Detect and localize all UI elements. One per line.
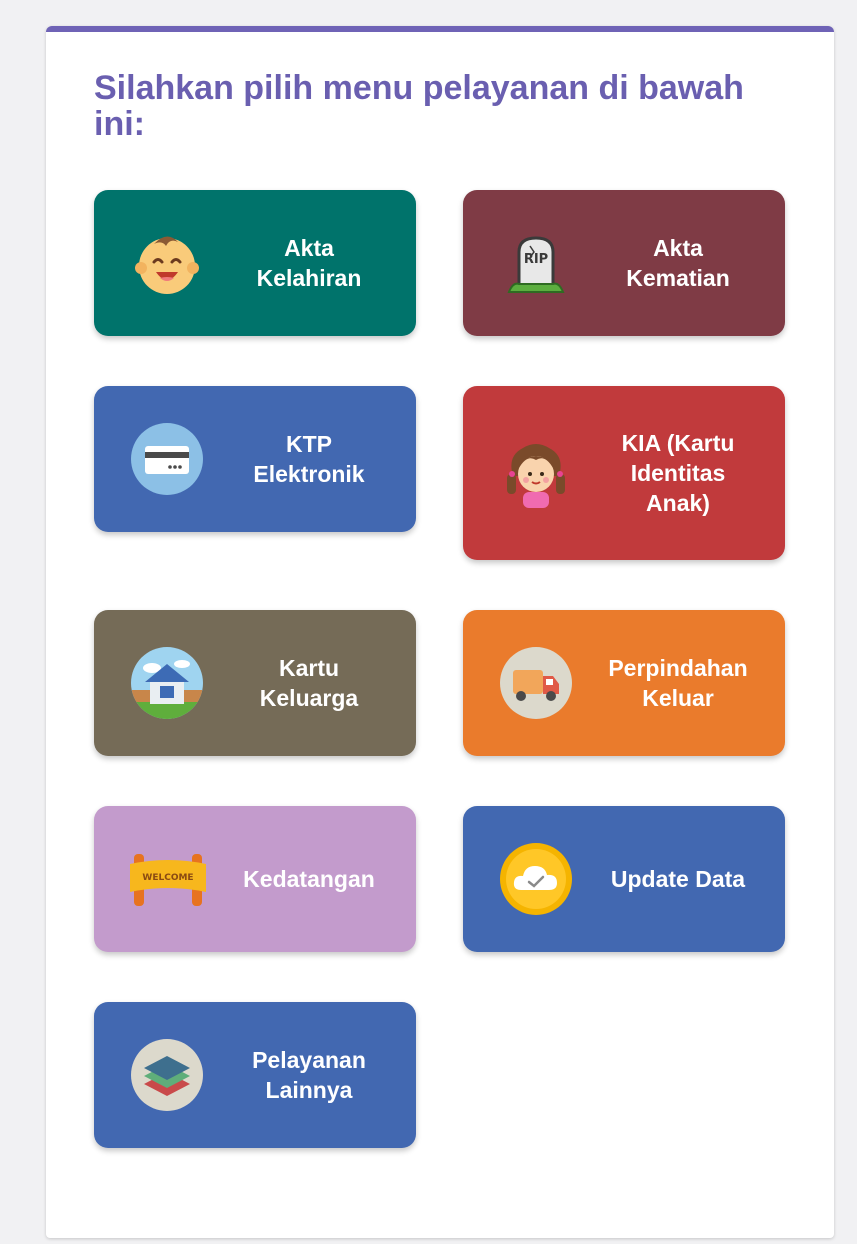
menu-label: Pelayanan Lainnya — [252, 1047, 366, 1103]
welcome-banner-icon: WELCOME — [126, 842, 210, 916]
svg-text:WELCOME: WELCOME — [142, 873, 193, 883]
menu-label: Kartu Keluarga — [259, 655, 359, 711]
moving-truck-icon — [499, 646, 573, 720]
menu-label: Kedatangan — [243, 866, 375, 892]
menu-card: Silahkan pilih menu pelayanan di bawah i… — [46, 26, 834, 1238]
cloud-check-icon — [499, 842, 573, 916]
svg-text:RIP: RIP — [524, 252, 548, 267]
menu-akta-kematian-button[interactable]: RIP Akta Kematian — [463, 190, 785, 336]
menu-label: Akta Kelahiran — [256, 235, 362, 291]
menu-perpindahan-keluar-button[interactable]: Perpindahan Keluar — [463, 610, 785, 756]
girl-child-icon — [499, 436, 573, 510]
menu-label: Akta Kematian — [626, 235, 730, 291]
menu-update-data-button[interactable]: Update Data — [463, 806, 785, 952]
menu-label: Perpindahan Keluar — [608, 655, 748, 711]
menu-kartu-keluarga-button[interactable]: Kartu Keluarga — [94, 610, 416, 756]
layers-icon — [130, 1038, 204, 1112]
menu-label: KIA (Kartu Identitas Anak) — [621, 430, 735, 516]
menu-label: KTP Elektronik — [253, 431, 365, 487]
menu-label: Update Data — [610, 866, 746, 892]
credit-card-icon — [130, 422, 204, 496]
menu-akta-kelahiran-button[interactable]: Akta Kelahiran — [94, 190, 416, 336]
menu-kia-button[interactable]: KIA (Kartu Identitas Anak) — [463, 386, 785, 560]
menu-kedatangan-button[interactable]: WELCOME Kedatangan — [94, 806, 416, 952]
rip-tombstone-icon: RIP — [499, 226, 573, 300]
baby-face-icon — [130, 226, 204, 300]
menu-ktp-elektronik-button[interactable]: KTP Elektronik — [94, 386, 416, 532]
page-title: Silahkan pilih menu pelayanan di bawah i… — [94, 69, 744, 143]
menu-pelayanan-lainnya-button[interactable]: Pelayanan Lainnya — [94, 1002, 416, 1148]
house-icon — [130, 646, 204, 720]
